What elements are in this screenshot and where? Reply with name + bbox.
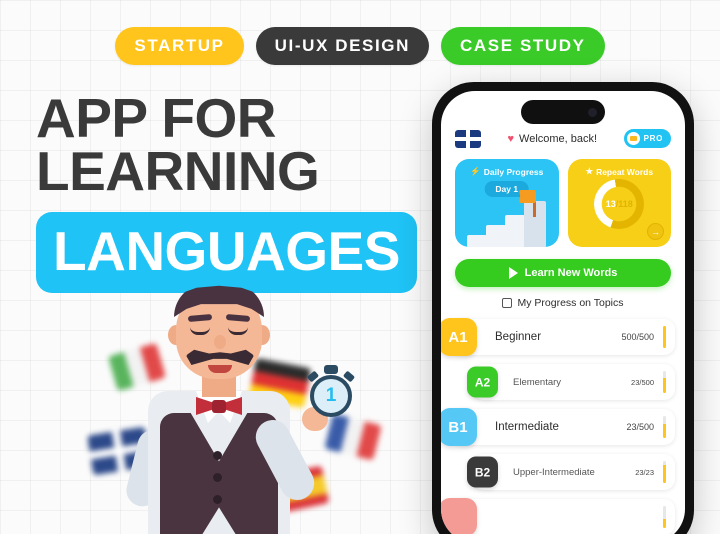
level-badge-c1 [441,498,477,534]
daily-progress-card[interactable]: ⚡ Daily Progress Day 1 [455,159,559,247]
stair-step [505,215,525,247]
daily-progress-title: ⚡ Daily Progress [455,166,559,177]
level-count-b2: 23/23 [635,467,654,477]
level-count-b1: 23/500 [626,422,654,432]
pro-label: PRO [643,134,663,143]
level-row-b1[interactable]: B1 Intermediate 23/500 [441,408,675,446]
learn-new-words-label: Learn New Words [524,267,618,279]
tag-startup[interactable]: STARTUP [115,27,244,65]
level-badge-b1: B1 [441,408,477,446]
stair-step [486,225,506,247]
level-name-a1: Beginner [495,331,542,343]
tag-row: STARTUP UI-UX DESIGN CASE STUDY [0,27,720,65]
level-row-a2[interactable]: A2 Elementary 23/500 [467,364,675,400]
level-name-a2: Elementary [513,376,562,388]
levels-list: A1 Beginner 500/500 A2 Elementary 23/500… [441,318,685,534]
repeat-progress-ring: 13 / 118 [594,179,645,229]
ring-current-value: 13 [605,199,616,209]
level-count-a2: 23/500 [631,377,654,387]
heart-icon: ♥ [507,132,515,145]
stopwatch-icon: 1 [306,365,356,419]
level-badge-b2: B2 [467,456,498,488]
mascot-button [213,473,222,482]
repeat-words-arrow-button[interactable]: → [647,223,664,240]
level-count-a1: 500/500 [621,332,654,342]
ring-value-group: 13 / 118 [594,179,644,229]
learn-new-words-button[interactable]: Learn New Words [455,259,671,287]
level-row-a1[interactable]: A1 Beginner 500/500 [441,318,675,356]
level-progress-b2 [663,461,666,483]
level-progress-b1 [663,416,666,438]
camera-icon [588,107,597,117]
level-row-c1[interactable] [441,498,675,534]
mascot-nose [214,335,226,349]
repeat-words-card[interactable]: ★ Repeat Words 13 / 118 → [567,159,672,247]
dynamic-island [521,100,605,124]
mascot-button [213,495,222,504]
stopwatch-value: 1 [310,375,352,417]
level-name-b2: Upper-Intermediate [513,466,595,478]
italy-flag-icon [108,342,166,392]
star-icon: ★ [585,166,594,176]
headline-line-2: LEARNING [36,140,320,203]
mascot-button [213,451,222,460]
level-progress-a1 [663,326,666,348]
stairs-illustration [467,190,555,247]
level-progress-a2 [663,371,666,393]
progress-section-header: My Progress on Topics [441,297,685,309]
level-badge-a1: A1 [441,318,477,356]
stair-step [467,235,487,247]
level-name-b1: Intermediate [495,421,559,433]
play-icon [508,267,518,279]
welcome-message: ♥ Welcome, back! [507,133,597,145]
progress-section-label: My Progress on Topics [517,297,624,309]
headline: APP FOR LEARNING LANGUAGES [36,87,436,293]
daily-progress-label: Daily Progress [483,166,544,177]
phone-screen: ♥ Welcome, back! PRO ⚡ Daily Progress Da… [441,91,685,534]
tag-ui-ux-design[interactable]: UI-UX DESIGN [255,27,430,65]
goal-flag-icon [519,190,536,203]
mascot-illustration: 1 [87,279,390,534]
app-topbar: ♥ Welcome, back! PRO [441,129,685,148]
level-row-b2[interactable]: B2 Upper-Intermediate 23/23 [467,454,675,490]
pro-badge[interactable]: PRO [623,129,671,148]
crown-icon [626,132,640,145]
repeat-words-title: ★ Repeat Words [568,166,672,177]
language-flag-icon[interactable] [455,129,481,148]
ring-total-value: 118 [618,199,633,209]
stopwatch-crown [324,365,338,374]
level-badge-a2: A2 [467,366,498,398]
welcome-text: Welcome, back! [519,132,598,145]
tag-case-study[interactable]: CASE STUDY [441,27,605,65]
bolt-icon: ⚡ [470,166,481,176]
dashboard-cards: ⚡ Daily Progress Day 1 ★ Repeat Words 13… [455,159,671,247]
france-flag-icon [324,413,382,461]
level-progress-c1 [663,506,666,528]
repeat-words-label: Repeat Words [596,166,654,177]
headline-line-1: APP FOR [36,87,276,149]
poster-canvas: STARTUP UI-UX DESIGN CASE STUDY APP FOR … [0,0,720,534]
chart-icon [502,298,513,308]
phone-mockup: ♥ Welcome, back! PRO ⚡ Daily Progress Da… [432,82,694,534]
bow-tie-knot [212,400,226,413]
